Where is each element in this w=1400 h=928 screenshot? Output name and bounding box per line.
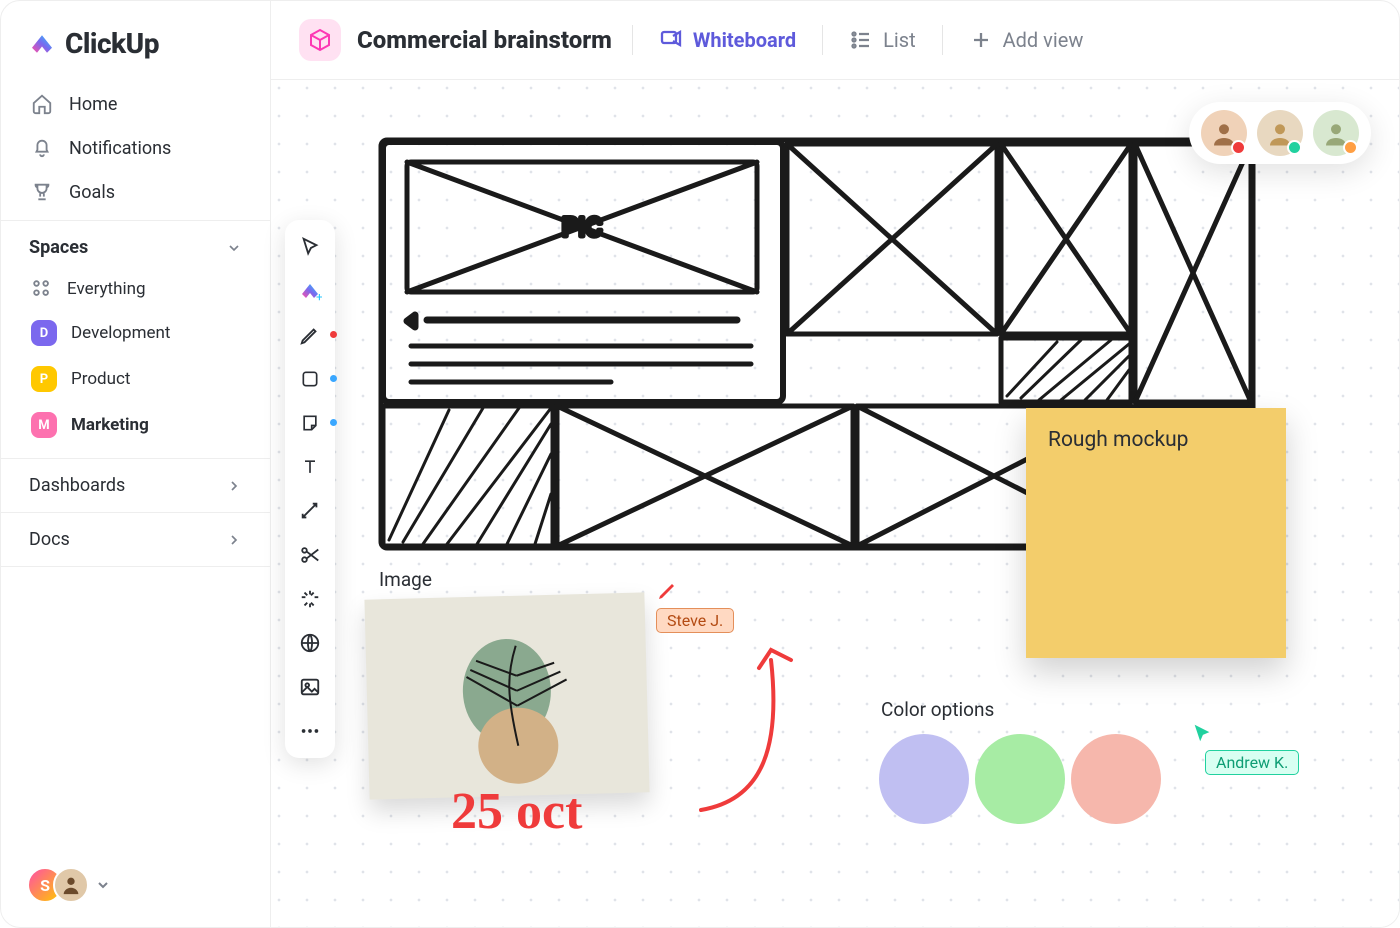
list-icon <box>849 28 873 52</box>
whiteboard-canvas[interactable]: + <box>271 80 1399 927</box>
project-icon[interactable] <box>299 19 341 61</box>
collab-cursor-andrew: Andrew K. <box>1191 722 1299 775</box>
toolbox: + <box>285 220 335 758</box>
brand-logo[interactable]: ClickUp <box>1 21 270 82</box>
tool-scissors[interactable] <box>297 542 323 568</box>
color-swatch[interactable] <box>879 734 969 824</box>
arrow-sketch <box>671 620 811 820</box>
sticky-note-text: Rough mockup <box>1048 428 1188 452</box>
tool-globe[interactable] <box>297 630 323 656</box>
sketch-pic-label: PIC <box>562 213 602 243</box>
sidebar-item-dashboards[interactable]: Dashboards <box>1 459 270 513</box>
nav-goals-label: Goals <box>69 182 115 203</box>
main: Commercial brainstorm Whiteboard List Ad… <box>271 1 1399 927</box>
user-avatar-photo <box>53 867 89 903</box>
nav-notifications[interactable]: Notifications <box>1 126 270 170</box>
user-menu[interactable]: S <box>1 843 270 927</box>
svg-text:+: + <box>316 290 322 303</box>
space-label: Marketing <box>71 415 149 435</box>
collab-cursor-steve: Steve J. <box>656 578 734 633</box>
sidebar-space-development[interactable]: D Development <box>1 310 270 356</box>
caret-down-icon <box>95 877 111 893</box>
view-list-label: List <box>883 28 916 52</box>
chevron-down-icon <box>226 240 242 256</box>
add-view-button[interactable]: Add view <box>963 24 1090 56</box>
color-swatches <box>879 734 1161 824</box>
docs-label: Docs <box>29 529 70 550</box>
space-label: Product <box>71 369 130 389</box>
presence-bar <box>1189 102 1371 164</box>
brand-name: ClickUp <box>65 27 159 60</box>
cursor-andrew-label: Andrew K. <box>1205 750 1299 775</box>
cursor-steve-label: Steve J. <box>656 608 734 633</box>
tool-clickup-add[interactable]: + <box>297 278 323 304</box>
view-whiteboard[interactable]: Whiteboard <box>653 24 802 56</box>
sticky-note[interactable]: Rough mockup <box>1026 408 1286 658</box>
sidebar-space-product[interactable]: P Product <box>1 356 270 402</box>
tool-connector[interactable] <box>297 498 323 524</box>
tool-sticky[interactable] <box>297 410 323 436</box>
nav-goals[interactable]: Goals <box>1 170 270 214</box>
everything-icon <box>31 278 53 300</box>
space-badge: D <box>31 320 57 346</box>
whiteboard-icon <box>659 28 683 52</box>
space-label: Development <box>71 323 170 343</box>
sidebar-item-everything[interactable]: Everything <box>1 268 270 310</box>
color-swatch[interactable] <box>1071 734 1161 824</box>
space-badge: P <box>31 366 57 392</box>
tool-sparkle[interactable] <box>297 586 323 612</box>
sidebar-space-marketing[interactable]: M Marketing <box>1 402 270 448</box>
abstract-plant-icon <box>364 592 649 799</box>
presence-avatar[interactable] <box>1201 110 1247 156</box>
add-view-label: Add view <box>1003 28 1084 52</box>
home-icon <box>31 93 53 115</box>
clickup-logo-icon <box>27 29 57 59</box>
space-badge: M <box>31 412 57 438</box>
trophy-icon <box>31 181 53 203</box>
spaces-header-label: Spaces <box>29 237 88 258</box>
handwriting-date: 25 oct <box>451 782 582 841</box>
color-swatch[interactable] <box>975 734 1065 824</box>
nav-notifications-label: Notifications <box>69 138 171 159</box>
nav-home[interactable]: Home <box>1 82 270 126</box>
sidebar: ClickUp Home Notifications Goals Spaces … <box>1 1 271 927</box>
tool-text[interactable] <box>297 454 323 480</box>
dashboards-label: Dashboards <box>29 475 125 496</box>
image-card[interactable] <box>364 592 649 799</box>
sidebar-section-spaces[interactable]: Spaces <box>1 221 270 268</box>
image-label: Image <box>379 568 432 591</box>
tool-shape[interactable] <box>297 366 323 392</box>
tool-image[interactable] <box>297 674 323 700</box>
nav-home-label: Home <box>69 94 117 115</box>
box-icon <box>308 28 332 52</box>
everything-label: Everything <box>67 279 146 299</box>
view-list[interactable]: List <box>843 24 922 56</box>
chevron-right-icon <box>226 532 242 548</box>
pointer-cursor-icon <box>1191 722 1213 744</box>
pencil-cursor-icon <box>656 578 680 602</box>
topbar: Commercial brainstorm Whiteboard List Ad… <box>271 1 1399 80</box>
view-whiteboard-label: Whiteboard <box>693 28 796 52</box>
tool-cursor[interactable] <box>297 234 323 260</box>
presence-avatar[interactable] <box>1313 110 1359 156</box>
tool-more[interactable] <box>297 718 323 744</box>
presence-avatar[interactable] <box>1257 110 1303 156</box>
plus-icon <box>969 28 993 52</box>
sidebar-item-docs[interactable]: Docs <box>1 513 270 567</box>
tool-pen[interactable] <box>297 322 323 348</box>
chevron-right-icon <box>226 478 242 494</box>
color-options-label: Color options <box>881 698 994 721</box>
project-title: Commercial brainstorm <box>357 26 612 54</box>
bell-icon <box>31 137 53 159</box>
